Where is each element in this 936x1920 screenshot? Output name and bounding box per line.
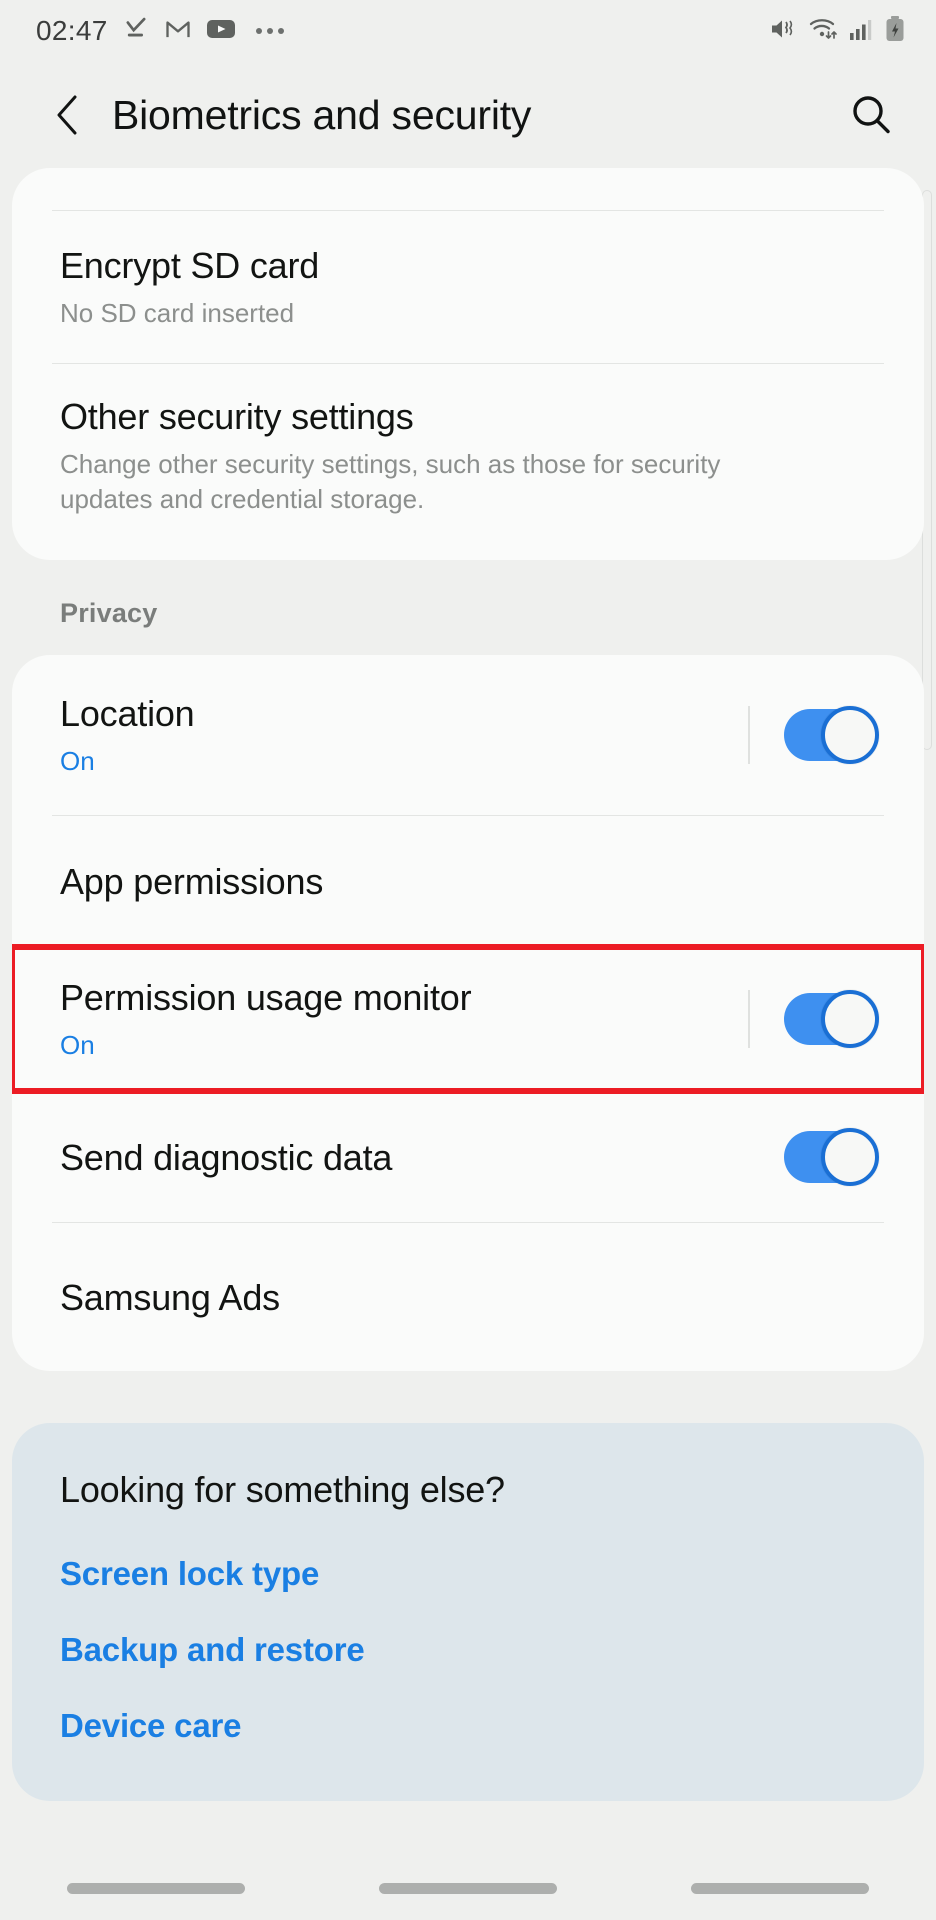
- row-title: App permissions: [60, 860, 324, 902]
- row-location[interactable]: Location On: [12, 655, 924, 815]
- phone-screen: 02:47 Biometrics and security Encrypt SD…: [0, 0, 936, 1920]
- row-subtitle: On: [60, 1029, 95, 1060]
- download-check-icon: [122, 15, 150, 48]
- app-bar: Biometrics and security: [0, 62, 936, 168]
- row-samsung-ads[interactable]: Samsung Ads: [12, 1223, 924, 1371]
- nav-recents-button[interactable]: [67, 1882, 245, 1894]
- row-permission-usage-monitor[interactable]: Permission usage monitor On: [12, 944, 924, 1094]
- row-subtitle: Change other security settings, such as …: [60, 449, 721, 515]
- youtube-icon: [206, 17, 236, 46]
- row-texts: Location On: [60, 691, 722, 779]
- clipped-row-above: device turns off: [12, 168, 924, 210]
- link-screen-lock-type[interactable]: Screen lock type: [60, 1555, 876, 1593]
- toggle-location[interactable]: [784, 706, 879, 764]
- row-subtitle: On: [60, 745, 95, 776]
- row-title: Permission usage monitor: [60, 976, 472, 1018]
- row-other-security-settings[interactable]: Other security settings Change other sec…: [12, 364, 924, 560]
- looking-for-card: Looking for something else? Screen lock …: [12, 1423, 924, 1801]
- status-bar-right: [769, 15, 906, 48]
- nav-home-button[interactable]: [379, 1882, 557, 1894]
- search-icon[interactable]: [840, 84, 902, 146]
- row-texts: Send diagnostic data: [60, 1135, 758, 1180]
- toggle-knob: [821, 990, 879, 1048]
- privacy-card: Location On App permissions Permission u…: [12, 655, 924, 1371]
- row-title: Other security settings: [60, 396, 414, 437]
- row-texts: Other security settings Change other sec…: [60, 394, 876, 517]
- toggle-divider: [748, 706, 750, 764]
- toggle-knob: [821, 1128, 879, 1186]
- section-header-privacy: Privacy: [60, 598, 158, 628]
- row-title: Samsung Ads: [60, 1276, 280, 1318]
- toggle-wrap: [722, 990, 879, 1048]
- toggle-wrap: [722, 706, 879, 764]
- row-title: Send diagnostic data: [60, 1136, 393, 1178]
- security-settings-card: device turns off Encrypt SD card No SD c…: [12, 168, 924, 560]
- row-texts: Encrypt SD card No SD card inserted: [60, 243, 876, 331]
- status-bar: 02:47: [0, 0, 936, 62]
- row-title: Encrypt SD card: [60, 244, 320, 286]
- page-title: Biometrics and security: [112, 91, 532, 138]
- nav-back-button[interactable]: [691, 1882, 869, 1894]
- row-send-diagnostic-data[interactable]: Send diagnostic data: [12, 1092, 924, 1222]
- toggle-knob: [821, 706, 879, 764]
- row-title: Location: [60, 692, 195, 734]
- row-encrypt-sd-card[interactable]: Encrypt SD card No SD card inserted: [12, 211, 924, 363]
- row-texts: Samsung Ads: [60, 1275, 876, 1320]
- row-subtitle: No SD card inserted: [60, 297, 295, 328]
- link-backup-and-restore[interactable]: Backup and restore: [60, 1631, 876, 1669]
- wifi-icon: [808, 15, 840, 48]
- row-texts: Permission usage monitor On: [60, 975, 722, 1063]
- link-device-care[interactable]: Device care: [60, 1707, 876, 1745]
- toggle-permission-usage-monitor[interactable]: [784, 990, 879, 1048]
- battery-charging-icon: [884, 15, 906, 48]
- toggle-divider: [748, 990, 750, 1048]
- settings-scroll-area[interactable]: device turns off Encrypt SD card No SD c…: [0, 168, 936, 1920]
- clipped-row-text: device turns off: [60, 168, 236, 173]
- back-chevron-icon[interactable]: [40, 87, 96, 143]
- signal-bars-icon: [849, 16, 875, 47]
- status-bar-clock: 02:47: [36, 15, 108, 46]
- gmail-icon: [164, 15, 192, 48]
- looking-for-title: Looking for something else?: [60, 1469, 505, 1510]
- toggle-send-diagnostic-data[interactable]: [784, 1128, 879, 1186]
- row-texts: App permissions: [60, 859, 876, 904]
- status-bar-left: 02:47: [36, 15, 284, 48]
- nav-bar: [0, 1856, 936, 1920]
- toggle-wrap: [758, 1128, 879, 1186]
- more-dots-icon: [255, 28, 284, 34]
- mute-vibrate-icon: [769, 15, 799, 48]
- row-app-permissions[interactable]: App permissions: [12, 816, 924, 946]
